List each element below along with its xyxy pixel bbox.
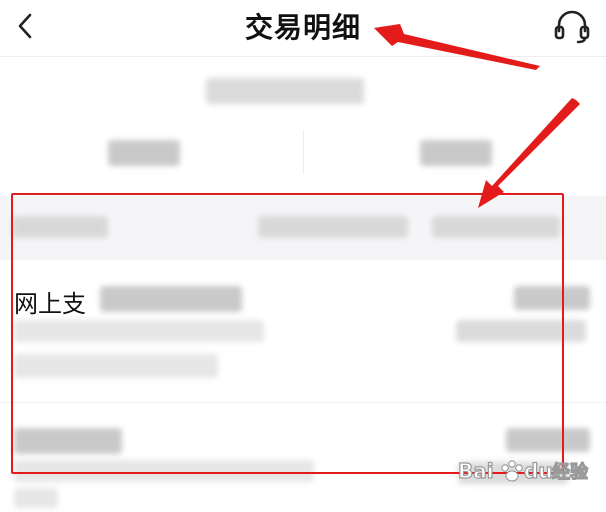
- paw-icon: [501, 460, 523, 482]
- baidu-watermark: Bai du 经验: [457, 458, 589, 483]
- list-arrow: [478, 98, 580, 208]
- title-arrow: [374, 24, 540, 70]
- watermark-suffix: 经验: [552, 461, 589, 483]
- watermark-brand: Bai: [458, 459, 494, 483]
- annotation-arrows: [374, 24, 580, 208]
- watermark-brand-2: du: [524, 459, 553, 483]
